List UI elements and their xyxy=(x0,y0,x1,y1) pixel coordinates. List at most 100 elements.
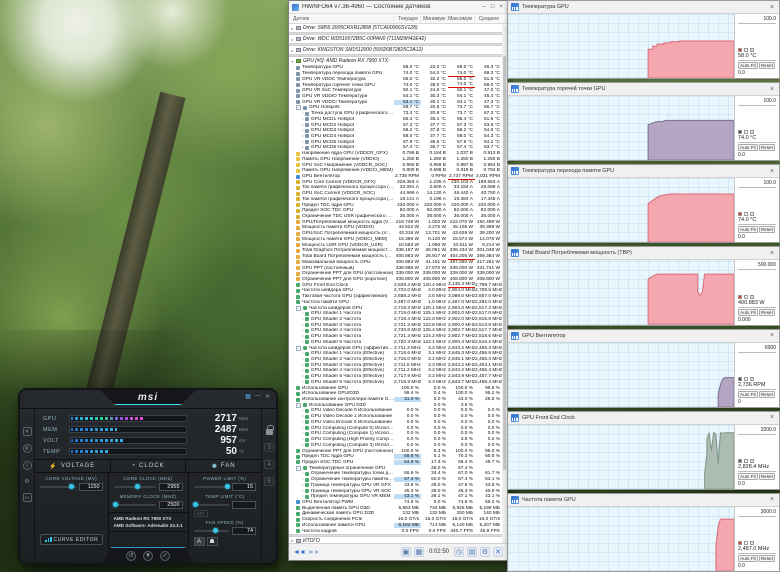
profile-4-button[interactable]: 4 xyxy=(264,460,274,469)
graph-panel-titlebar[interactable]: Температура перехода памяти GPU × xyxy=(508,165,779,179)
minimize-icon[interactable]: — xyxy=(255,393,261,400)
hwinfo-titlebar[interactable]: HWiNFO64 v7.36-4960 — Состояние датчиков… xyxy=(289,1,507,14)
sensor-row[interactable]: └ GPU Shader 3 Частота (Effective) 2,711.5… xyxy=(289,362,502,368)
temp-limit-value[interactable] xyxy=(232,501,257,509)
sensor-row[interactable]: Частота памяти GPU 2,487.0 MHz 1.0 MHz 2,48… xyxy=(289,299,502,305)
sensor-row[interactable]: Скорость соединения PCIe 16.0 GT/s 16.0 GT… xyxy=(289,517,502,523)
sensor-row[interactable]: Total Board Потребляемая мощность (TBP) 4… xyxy=(289,254,502,260)
sensor-row[interactable]: └GPU Computing (Compute 3) Использование… xyxy=(289,442,502,448)
curve-editor-button[interactable]: CURVE EDITOR xyxy=(40,534,104,545)
reset-button[interactable]: Reset xyxy=(758,472,775,480)
sensor-row[interactable]: Ограничение PPT для GPU (постоянное) 339.… xyxy=(289,271,502,277)
drive-section-row[interactable]: ▸ Drive: SM55 2005CRXR12808 (5TCA00066SV1… xyxy=(289,24,502,32)
power-limit-value[interactable]: 15 xyxy=(232,483,257,491)
sensor-row[interactable]: GPU/Потребляемая мощность ядра (VDDCR_GF… xyxy=(289,219,502,225)
reset-icon[interactable]: ↺ xyxy=(126,550,136,561)
monitor-icon[interactable]: ▭ xyxy=(22,493,32,502)
sensor-row[interactable]: └Точка доступа GPU (графического процесс… xyxy=(289,111,502,117)
minimize-icon[interactable]: – xyxy=(483,4,486,10)
sensor-row[interactable]: └ GPU Shader 4 Частота 2,720.6 MHz 125.4 MH… xyxy=(289,328,502,334)
sensor-row[interactable]: GPU Вентилятор PWM 74.6 % 0.0 % 74.8 % 55.2 … xyxy=(289,500,502,506)
memory-clock-value[interactable]: 2500 xyxy=(158,501,183,509)
exit-icon[interactable]: ✕ xyxy=(493,547,503,557)
sensor-row[interactable]: GPU Front End Clock 2,828.4 MHz 120.4 MHz 3… xyxy=(289,282,502,289)
sensor-list[interactable]: ▸ Drive: SM55 2005CRXR12808 (5TCA00066SV1… xyxy=(289,24,507,543)
sensor-row[interactable]: Использование GPU 100.0 % 0.0 % 100.0 % 95.5… xyxy=(289,385,502,391)
close-icon[interactable]: × xyxy=(768,168,776,175)
column-maximum[interactable]: Максимум xyxy=(447,15,474,22)
detach-icon[interactable]: ▦ xyxy=(245,393,251,400)
sensor-row[interactable]: └ GPU MCD4 Hotspot 58.0 °C 37.7 °C 58.0 °C 54… xyxy=(289,134,502,140)
auto-fit-button[interactable]: Auto Fit xyxy=(738,144,758,152)
core-clock-value[interactable]: 2955 xyxy=(158,483,183,491)
close-icon[interactable]: × xyxy=(768,332,776,339)
drive-section-row[interactable]: ▸ Drive: WDC WD510072B5C-00PAN0 (711M29H4… xyxy=(289,35,502,43)
sensor-row[interactable]: − Частота шейдеров GPU 2,719.3 MHz 120.1 MH… xyxy=(289,305,502,311)
sensor-row[interactable]: └ GPU MCD5 Hotspot 57.9 °C 36.5 °C 57.9 °C 54… xyxy=(289,139,502,145)
sensor-row[interactable]: └ Граница температуры GPU VR GFX 43.8 % 28.… xyxy=(289,482,502,488)
auto-fit-button[interactable]: Auto Fit xyxy=(738,308,758,316)
bottom-section-row[interactable]: ▸ ИТОГО xyxy=(289,537,502,543)
sensor-row[interactable]: └ GPU Shader 6 Частота 2,720.3 MHz 122.1 MH… xyxy=(289,340,502,346)
reset-button[interactable]: Reset xyxy=(758,144,775,152)
maximize-icon[interactable]: □ xyxy=(491,4,495,10)
close-icon[interactable]: × xyxy=(768,414,776,421)
sensor-row[interactable]: GPU VR VDDCI Температура 53.1 °C 30.1 °C 53… xyxy=(289,99,502,105)
sensor-row[interactable]: └GPU Computing (Compute 0) Использование… xyxy=(289,425,502,431)
close-icon[interactable]: × xyxy=(768,86,776,93)
settings-gear-icon[interactable]: ⚙ xyxy=(480,547,490,557)
close-icon[interactable]: × xyxy=(499,4,503,10)
clock-icon[interactable]: ◷ xyxy=(454,547,464,557)
sensor-row[interactable]: GPU Вентилятор 2,736 RPM 0 RPM 2,737 RPM 2,0… xyxy=(289,174,502,180)
reset-button[interactable]: Reset xyxy=(758,554,775,562)
power-limit-slider[interactable] xyxy=(193,484,231,489)
auto-fit-button[interactable]: Auto Fit xyxy=(738,62,758,70)
collapse-icon[interactable]: − xyxy=(296,305,301,311)
close-icon[interactable]: ✕ xyxy=(265,393,270,400)
sensor-row[interactable]: └ GPU MCD2 Hotspot 57.3 °C 37.7 °C 57.3 °C 53… xyxy=(289,122,502,128)
sensor-row[interactable]: Предел SOC TDC GPU 82.000 А 82.000 А 82.000… xyxy=(289,208,502,214)
gpu-section-row[interactable]: ▾ GPU [#0]: AMD Radeon RX 7900 XTX: xyxy=(289,57,502,65)
kombustor-icon[interactable]: K xyxy=(22,444,32,453)
sensor-row[interactable]: Температура горячей точки GPU 74.0 °C 38.0… xyxy=(289,82,502,89)
sensor-column-header[interactable]: Датчик Текущее Минимум Максимум Среднее xyxy=(289,14,507,24)
graph-panel-titlebar[interactable]: Частота памяти GPU × xyxy=(508,493,779,507)
close-icon[interactable]: × xyxy=(768,4,776,11)
info-icon[interactable]: i xyxy=(22,461,32,470)
profile-5-button[interactable]: 5 xyxy=(264,477,274,486)
sensors-sync-icon[interactable]: ▦ xyxy=(413,547,424,557)
lock-icon[interactable] xyxy=(265,425,274,435)
sensor-row[interactable]: Использование памяти GPU 6,102 МБ 713 МБ 6,… xyxy=(289,522,502,529)
sensor-row[interactable]: Ограничение TDC USR графического процесс… xyxy=(289,214,502,220)
core-voltage-value[interactable]: 1150 xyxy=(78,483,103,491)
apply-icon[interactable]: ✓ xyxy=(160,550,170,561)
graph-panel-titlebar[interactable]: Total Board Потребляемая мощность (TBP) × xyxy=(508,247,779,261)
fan-auto-button[interactable]: A xyxy=(193,537,205,546)
reset-button[interactable]: Reset xyxy=(758,308,775,316)
sensor-row[interactable]: Ток памяти графического процессора (VDDI… xyxy=(289,185,502,191)
sensor-row[interactable]: Температура перехода памяти GPU 74.0 °C 54… xyxy=(289,71,502,77)
sensor-row[interactable]: Динамическая память GPU D3D 132 МБ 132 МБ 2… xyxy=(289,511,502,517)
sensor-row[interactable]: └ GPU Shader 4 Частота (Effective) 2,711.2… xyxy=(289,368,502,374)
column-current[interactable]: Текущее xyxy=(393,15,420,22)
nav-back-icon[interactable]: ◄◄ xyxy=(293,549,306,556)
sensor-row[interactable]: └Ограничение температуры точки доступа G… xyxy=(289,471,502,477)
sensor-row[interactable]: └ GPU Shader 5 Частота (Effective) 2,717.9… xyxy=(289,374,502,380)
auto-fit-button[interactable]: Auto Fit xyxy=(738,554,758,562)
reset-button[interactable]: Reset xyxy=(758,390,775,398)
sensor-row[interactable]: └ GPU Video Decode 1 Использование 0.0 % 0.… xyxy=(289,414,502,420)
sensor-row[interactable]: GPU Core Current (VDDCR_GFX) 228.363 А 1.2… xyxy=(289,179,502,185)
close-icon[interactable]: × xyxy=(768,496,776,503)
sensor-row[interactable]: GPU PPT (постоянный) 338.996 W 27.970 W 339… xyxy=(289,265,502,271)
sensor-row[interactable]: Предел TDC ядра GPU 220.000 А 220.000 А 220… xyxy=(289,202,502,208)
sensor-row[interactable]: GPU VR SoC Температура 50.1 °C 24.6 °C 50.1… xyxy=(289,88,502,94)
profile-3-button[interactable]: 3 xyxy=(264,443,274,452)
sensor-row[interactable]: Частота кадров 0.0 FPS 0.0 FPS 340.7 FPS 45.… xyxy=(289,528,502,534)
close-icon[interactable]: × xyxy=(768,250,776,257)
sensor-row[interactable]: Частота шейдера GPU 2,722.0 MHz 4.0 MHz 2,9… xyxy=(289,288,502,294)
sensor-row[interactable]: └ GPU MCD6 Hotspot 57.4 °C 36.7 °C 57.4 °C 53… xyxy=(289,145,502,151)
sensor-row[interactable]: └ GPU Shader 6 Частота (Effective) 2,718.9… xyxy=(289,380,502,386)
sensor-row[interactable]: └ GPU Shader 2 Частота (Effective) 2,715.0… xyxy=(289,357,502,363)
column-minimum[interactable]: Минимум xyxy=(420,15,447,22)
reset-button[interactable]: Reset xyxy=(758,62,775,70)
